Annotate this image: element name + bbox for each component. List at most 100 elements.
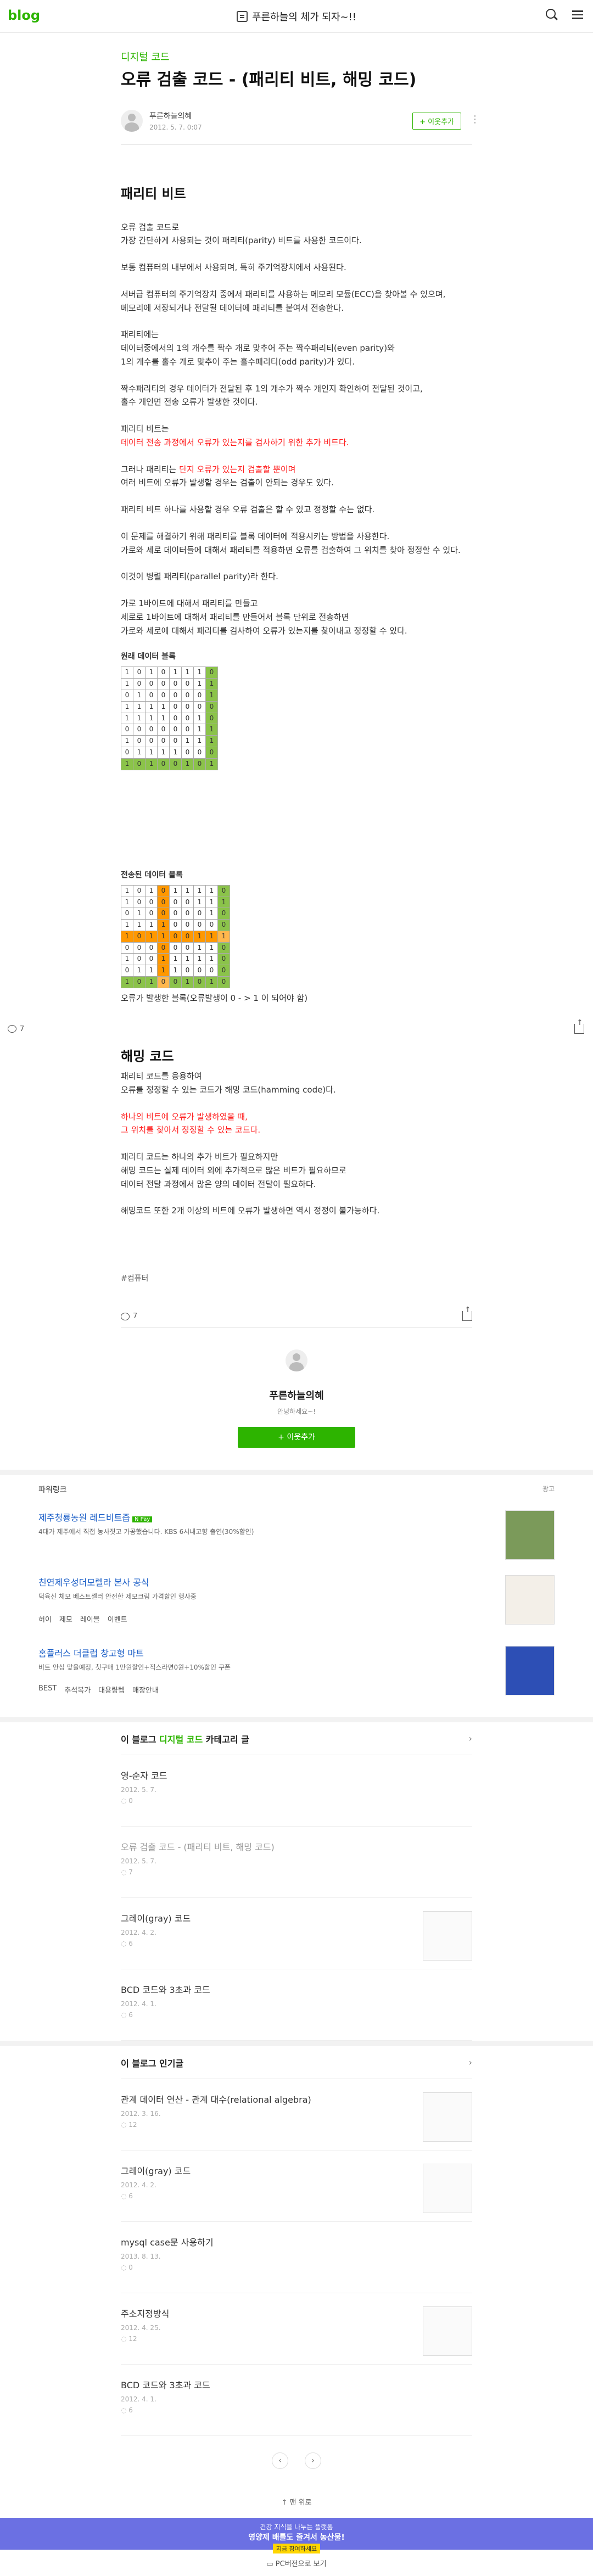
item-title[interactable]: 오류 검출 코드 - (패리티 비트, 해밍 코드) [121,1840,472,1853]
ad-item[interactable]: 홈플러스 더클럽 창고형 마트 비트 안심 맞을예정, 첫구매 1만원할인+적스… [38,1646,555,1696]
footer-banner[interactable]: 건강 지식을 나누는 플랫폼 영양제 배틀도 즐겨서 농산물! 지금 참여하세요 [0,2518,593,2554]
table-cell: 0 [205,965,218,977]
ad-label[interactable]: 광고 [542,1484,555,1495]
share-icon[interactable] [574,1018,584,1034]
list-item[interactable]: 주소지정방식 2012. 4. 25. ◌ 12 [121,2293,472,2365]
table-cell: 1 [145,930,158,943]
table-cell: 0 [193,701,206,713]
avatar[interactable] [121,110,143,132]
pc-version-link[interactable]: ▭ PC버전으로 보기 [0,2550,593,2576]
table-cell: 1 [145,747,158,759]
item-thumbnail[interactable] [423,2092,472,2142]
table-cell: 1 [121,919,133,931]
item-title[interactable]: BCD 코드와 3초과 코드 [121,2378,472,2391]
ad-item[interactable]: 제주청룡농원 레드비트즙 N Pay 4대가 제주에서 직접 농사짓고 가공했습니… [38,1510,555,1560]
post-title: 오류 검출 코드 - (패리티 비트, 해밍 코드) [121,70,417,89]
table-cell: 1 [169,884,182,897]
list-item[interactable]: BCD 코드와 3초과 코드 2012. 4. 1. ◌ 6 [121,1969,472,2041]
table-cell: 1 [121,712,133,725]
item-title[interactable]: 관계 데이터 연산 - 관계 대수(relational algebra) [121,2092,472,2105]
list-item[interactable]: BCD 코드와 3초과 코드 2012. 4. 1. ◌ 6 [121,2365,472,2437]
comment-count[interactable]: 7 [121,1312,137,1320]
post-tag[interactable]: #컴퓨터 [121,1273,472,1284]
profile-avatar[interactable] [286,1349,307,1372]
item-title[interactable]: BCD 코드와 3초과 코드 [121,1983,472,1996]
item-thumbnail[interactable] [423,1911,472,1961]
author-name[interactable]: 푸른하늘의혜 [149,110,202,121]
follow-button-large[interactable]: + 이웃추가 [238,1427,355,1448]
table-cell: 1 [121,976,133,988]
table-cell: 0 [121,724,133,736]
item-thumbnail[interactable] [423,2306,472,2356]
item-date: 2012. 4. 2. [121,2181,156,2189]
table-cell: 1 [205,976,218,988]
table-cell: 1 [145,976,158,988]
post-date: 2012. 5. 7. 0:07 [149,124,202,131]
table-cell: 0 [217,884,230,897]
table-cell: 0 [205,667,218,679]
paragraph: 해밍코드 또한 2개 이상의 비트에 오류가 발생하면 역시 정정이 불가능하다… [121,1206,380,1216]
table-cell: 1 [133,919,146,931]
comment-count[interactable]: 7 [8,1025,24,1033]
list-item[interactable]: 관계 데이터 연산 - 관계 대수(relational algebra) 201… [121,2079,472,2151]
item-thumbnail[interactable] [423,2164,472,2214]
item-title[interactable]: 주소지정방식 [121,2306,472,2320]
table-cell: 0 [145,942,158,954]
list-item[interactable]: 영-순자 코드 2012. 5. 7. ◌ 0 [121,1755,472,1827]
more-options-icon[interactable] [470,114,472,125]
table-cell: 0 [145,896,158,909]
ad-thumbnail[interactable] [505,1646,555,1696]
menu-icon[interactable] [572,9,584,21]
share-icon[interactable] [462,1306,472,1321]
table-cell: 0 [157,735,170,748]
item-title[interactable]: 그레이(gray) 코드 [121,2164,472,2177]
table-row: 101100111 [121,930,230,943]
table-cell: 1 [133,712,146,725]
table-caption: 오류가 발생한 블록(오류발생이 0 - > 1 이 되어야 함) [121,993,308,1003]
to-top-button[interactable]: ↑ 맨 위로 [0,2485,593,2518]
comment-icon [121,1312,130,1320]
table-cell: 0 [121,942,133,954]
table-cell: 1 [181,976,194,988]
table-cell: 1 [121,896,133,909]
item-title[interactable]: 그레이(gray) 코드 [121,1911,472,1924]
ads-title: 파워링크 [38,1486,67,1495]
profile-name[interactable]: 푸른하늘의혜 [121,1388,472,1402]
table-cell: 0 [145,908,158,920]
table-cell: 1 [205,896,218,909]
list-item[interactable]: 오류 검출 코드 - (패리티 비트, 해밍 코드) 2012. 5. 7. ◌ 7 [121,1827,472,1899]
list-item[interactable]: mysql case문 사용하기 2013. 8. 13. ◌ 0 [121,2222,472,2294]
item-title[interactable]: mysql case문 사용하기 [121,2235,472,2248]
table-cell: 0 [181,712,194,725]
table-cell: 0 [193,690,206,702]
table-cell: 0 [169,930,182,943]
table-cell: 0 [193,747,206,759]
blog-title[interactable]: 푸른하늘의 체가 되자~!! [0,0,593,33]
powerlink-ads: 파워링크 광고 제주청룡농원 레드비트즙 N Pay 4대가 제주에서 직접 농사짓… [0,1475,593,1700]
follow-button[interactable]: + 이웃추가 [412,113,461,130]
post-category[interactable]: 디지털 코드 [121,49,472,64]
list-item[interactable]: 그레이(gray) 코드 2012. 4. 2. ◌ 6 [121,2151,472,2222]
table-cell: 0 [133,735,146,748]
search-icon[interactable] [546,9,558,21]
list-item[interactable]: 그레이(gray) 코드 2012. 4. 2. ◌ 6 [121,1898,472,1970]
table-cell: 1 [181,758,194,770]
chevron-right-icon[interactable]: › [469,1733,472,1744]
table-cell: 0 [217,965,230,977]
table-cell: 0 [217,908,230,920]
table-row: 101001010 [121,976,230,988]
table-row: 00000011 [121,724,218,736]
table-cell: 0 [169,908,182,920]
ad-item[interactable]: 친연제우성더모렐라 본사 공식 덕육신 체모 베스트셀러 안전한 제모크림 가격… [38,1575,555,1625]
table-cell: 0 [157,690,170,702]
table-cell: 0 [169,758,182,770]
item-date: 2013. 8. 13. [121,2253,161,2261]
item-title[interactable]: 영-순자 코드 [121,1768,472,1782]
table-cell: 1 [145,919,158,931]
ad-thumbnail[interactable] [505,1575,555,1625]
item-comment-count: ◌ 6 [121,2192,133,2200]
ad-thumbnail[interactable] [505,1510,555,1560]
next-page-button[interactable]: › [305,2452,321,2469]
prev-page-button[interactable]: ‹ [272,2452,288,2469]
chevron-right-icon[interactable]: › [469,2057,472,2068]
